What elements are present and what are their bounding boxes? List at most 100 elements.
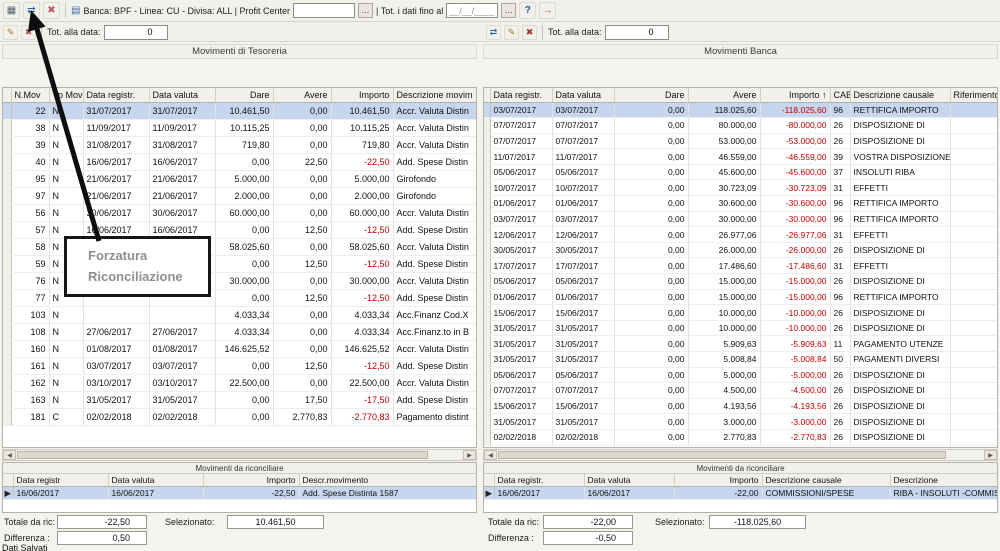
table-row[interactable]: 02/02/201802/02/20180,002.770,83-2.770,8… (484, 429, 998, 445)
table-row[interactable]: 01/06/201701/06/20170,0015.000,00-15.000… (484, 289, 998, 305)
row-selector (3, 170, 11, 187)
remove-button[interactable]: ✖ (522, 25, 537, 40)
cell: 0,00 (614, 367, 688, 383)
column-header[interactable]: Importo (674, 474, 762, 487)
column-header[interactable]: CABI (830, 88, 850, 102)
column-header[interactable]: Data valuta (584, 474, 674, 487)
bank-tot-input[interactable] (605, 25, 669, 40)
edit-button[interactable]: ✎ (3, 25, 18, 40)
table-row[interactable]: 15/06/201715/06/20170,0010.000,00-10.000… (484, 305, 998, 321)
scroll-track[interactable] (16, 450, 463, 460)
table-row[interactable]: 40N16/06/201716/06/20170,0022,50-22,50Ad… (3, 153, 477, 170)
table-row[interactable]: 97N21/06/201721/06/20172.000,000,002.000… (3, 187, 477, 204)
table-row[interactable]: 05/06/201705/06/20170,0015.000,00-15.000… (484, 274, 998, 290)
column-header[interactable]: N.Mov (11, 88, 49, 102)
column-header[interactable]: Descrizione causale (850, 88, 950, 102)
column-header[interactable]: Importo ↑ (760, 88, 830, 102)
date-lookup-button[interactable]: … (501, 3, 516, 18)
scroll-right-button[interactable]: ▶ (463, 450, 476, 460)
table-row[interactable]: 108N27/06/201727/06/20174.033,340,004.03… (3, 323, 477, 340)
cell: -5.008,84 (760, 352, 830, 368)
table-row[interactable]: 05/06/201705/06/20170,005.000,00-5.000,0… (484, 367, 998, 383)
column-header[interactable]: Data registr. (494, 474, 584, 487)
column-header[interactable]: Descr.movimento (299, 474, 477, 487)
table-row[interactable]: 17/07/201717/07/20170,0017.486,60-17.486… (484, 258, 998, 274)
exit-button[interactable]: → (539, 2, 556, 19)
scroll-thumb[interactable] (17, 451, 428, 459)
table-row[interactable]: 30/05/201730/05/20170,0026.000,00-26.000… (484, 242, 998, 258)
row-selector (3, 102, 11, 119)
help-button[interactable]: ? (519, 2, 536, 19)
grid-view-button[interactable]: ▦ (3, 2, 20, 19)
column-header[interactable]: Data registr. (83, 88, 149, 102)
column-header[interactable]: Descrizione (890, 474, 998, 487)
column-header[interactable]: Riferimento (950, 88, 998, 102)
cell: -10.000,00 (760, 320, 830, 336)
column-header[interactable]: Data valuta (108, 474, 203, 487)
table-row[interactable]: 07/07/201707/07/20170,0053.000,00-53.000… (484, 133, 998, 149)
column-header[interactable]: Data valuta (552, 88, 614, 102)
table-row[interactable]: 11/07/201711/07/20170,0046.559,00-46.559… (484, 149, 998, 165)
column-header[interactable]: Dare (215, 88, 273, 102)
table-row[interactable]: 31/05/201731/05/20170,003.000,00-3.000,0… (484, 414, 998, 430)
table-row[interactable]: 31/05/201731/05/20170,0010.000,00-10.000… (484, 320, 998, 336)
table-row[interactable]: 03/07/201703/07/20170,00118.025,60-118.0… (484, 102, 998, 118)
column-header[interactable]: Data valuta (149, 88, 215, 102)
table-row[interactable]: 95N21/06/201721/06/20175.000,000,005.000… (3, 170, 477, 187)
table-row[interactable]: 39N31/08/201731/08/2017719,800,00719,80A… (3, 136, 477, 153)
column-header[interactable]: Data registr (13, 474, 108, 487)
scroll-track[interactable] (497, 450, 984, 460)
table-row[interactable]: 07/07/201707/07/20170,0080.000,00-80.000… (484, 118, 998, 134)
cell: 05/06/2017 (552, 274, 614, 290)
bank-totals-row: Totale da ric: Selezionato: -22,00 -118.… (483, 515, 998, 530)
column-header[interactable]: Tp Mov (49, 88, 83, 102)
table-row[interactable]: 103N4.033,340,004.033,34Acc.Finanz Cod.X (3, 306, 477, 323)
cell: -10.000,00 (760, 305, 830, 321)
table-row[interactable]: 163N31/05/201731/05/20170,0017,50-17,50A… (3, 391, 477, 408)
scroll-right-button[interactable]: ▶ (984, 450, 997, 460)
edit-bank-button[interactable]: ✎ (504, 25, 519, 40)
table-row[interactable]: ▶16/06/201716/06/2017-22,50Add. Spese Di… (3, 487, 477, 500)
table-row[interactable]: 162N03/10/201703/10/201722.500,000,0022.… (3, 374, 477, 391)
profit-center-input[interactable] (293, 3, 355, 18)
profit-center-lookup-button[interactable]: … (358, 3, 373, 18)
table-row[interactable]: 05/06/201705/06/20170,0045.600,00-45.600… (484, 164, 998, 180)
table-row[interactable]: 181C02/02/201802/02/20180,002.770,83-2.7… (3, 408, 477, 425)
clear-button[interactable]: ✖ (43, 2, 60, 19)
table-row[interactable]: 10/07/201710/07/20170,0030.723,09-30.723… (484, 180, 998, 196)
force-reconciliation-button[interactable]: ⇄ (23, 2, 40, 19)
erase-button[interactable]: ✖ (21, 25, 36, 40)
table-row[interactable]: 56N30/06/201730/06/201760.000,000,0060.0… (3, 204, 477, 221)
match-movements-button[interactable]: ⇄ (486, 25, 501, 40)
column-header[interactable]: Avere (688, 88, 760, 102)
table-row[interactable]: 161N03/07/201703/07/20170,0012,50-12,50A… (3, 357, 477, 374)
column-header[interactable]: Descrizione causale (762, 474, 890, 487)
table-row[interactable]: 03/07/201703/07/20170,0030.000,00-30.000… (484, 211, 998, 227)
cell: Add. Spese Distin (393, 153, 477, 170)
table-row[interactable]: 38N11/09/201711/09/201710.115,250,0010.1… (3, 119, 477, 136)
column-header[interactable]: Descrizione movim (393, 88, 477, 102)
table-row[interactable]: 01/06/201701/06/20170,0030.600,00-30.600… (484, 196, 998, 212)
cell: -4.193,56 (760, 398, 830, 414)
scroll-left-button[interactable]: ◀ (3, 450, 16, 460)
table-row[interactable]: 22N31/07/201731/07/201710.461,500,0010.4… (3, 102, 477, 119)
column-header[interactable]: Avere (273, 88, 331, 102)
treasury-horizontal-scrollbar[interactable]: ◀ ▶ (2, 449, 477, 461)
table-row[interactable]: 12/06/201712/06/20170,0026.977,06-26.977… (484, 227, 998, 243)
table-row[interactable]: ▶16/06/201716/06/2017-22,00COMMISSIONI/S… (484, 487, 998, 500)
table-row[interactable]: 160N01/08/201701/08/2017146.625,520,0014… (3, 340, 477, 357)
column-header[interactable]: Dare (614, 88, 688, 102)
date-filter-input[interactable] (446, 3, 498, 18)
table-row[interactable]: 07/07/201707/07/20170,004.500,00-4.500,0… (484, 383, 998, 399)
treasury-tot-input[interactable] (104, 25, 168, 40)
table-row[interactable]: 31/05/201731/05/20170,005.008,84-5.008,8… (484, 352, 998, 368)
column-header[interactable]: Data registr. (490, 88, 552, 102)
column-header[interactable]: Importo (331, 88, 393, 102)
column-header[interactable]: Importo (203, 474, 299, 487)
scroll-thumb[interactable] (498, 451, 946, 459)
cell (149, 306, 215, 323)
bank-horizontal-scrollbar[interactable]: ◀ ▶ (483, 449, 998, 461)
table-row[interactable]: 15/06/201715/06/20170,004.193,56-4.193,5… (484, 398, 998, 414)
scroll-left-button[interactable]: ◀ (484, 450, 497, 460)
table-row[interactable]: 31/05/201731/05/20170,005.909,63-5.909,6… (484, 336, 998, 352)
